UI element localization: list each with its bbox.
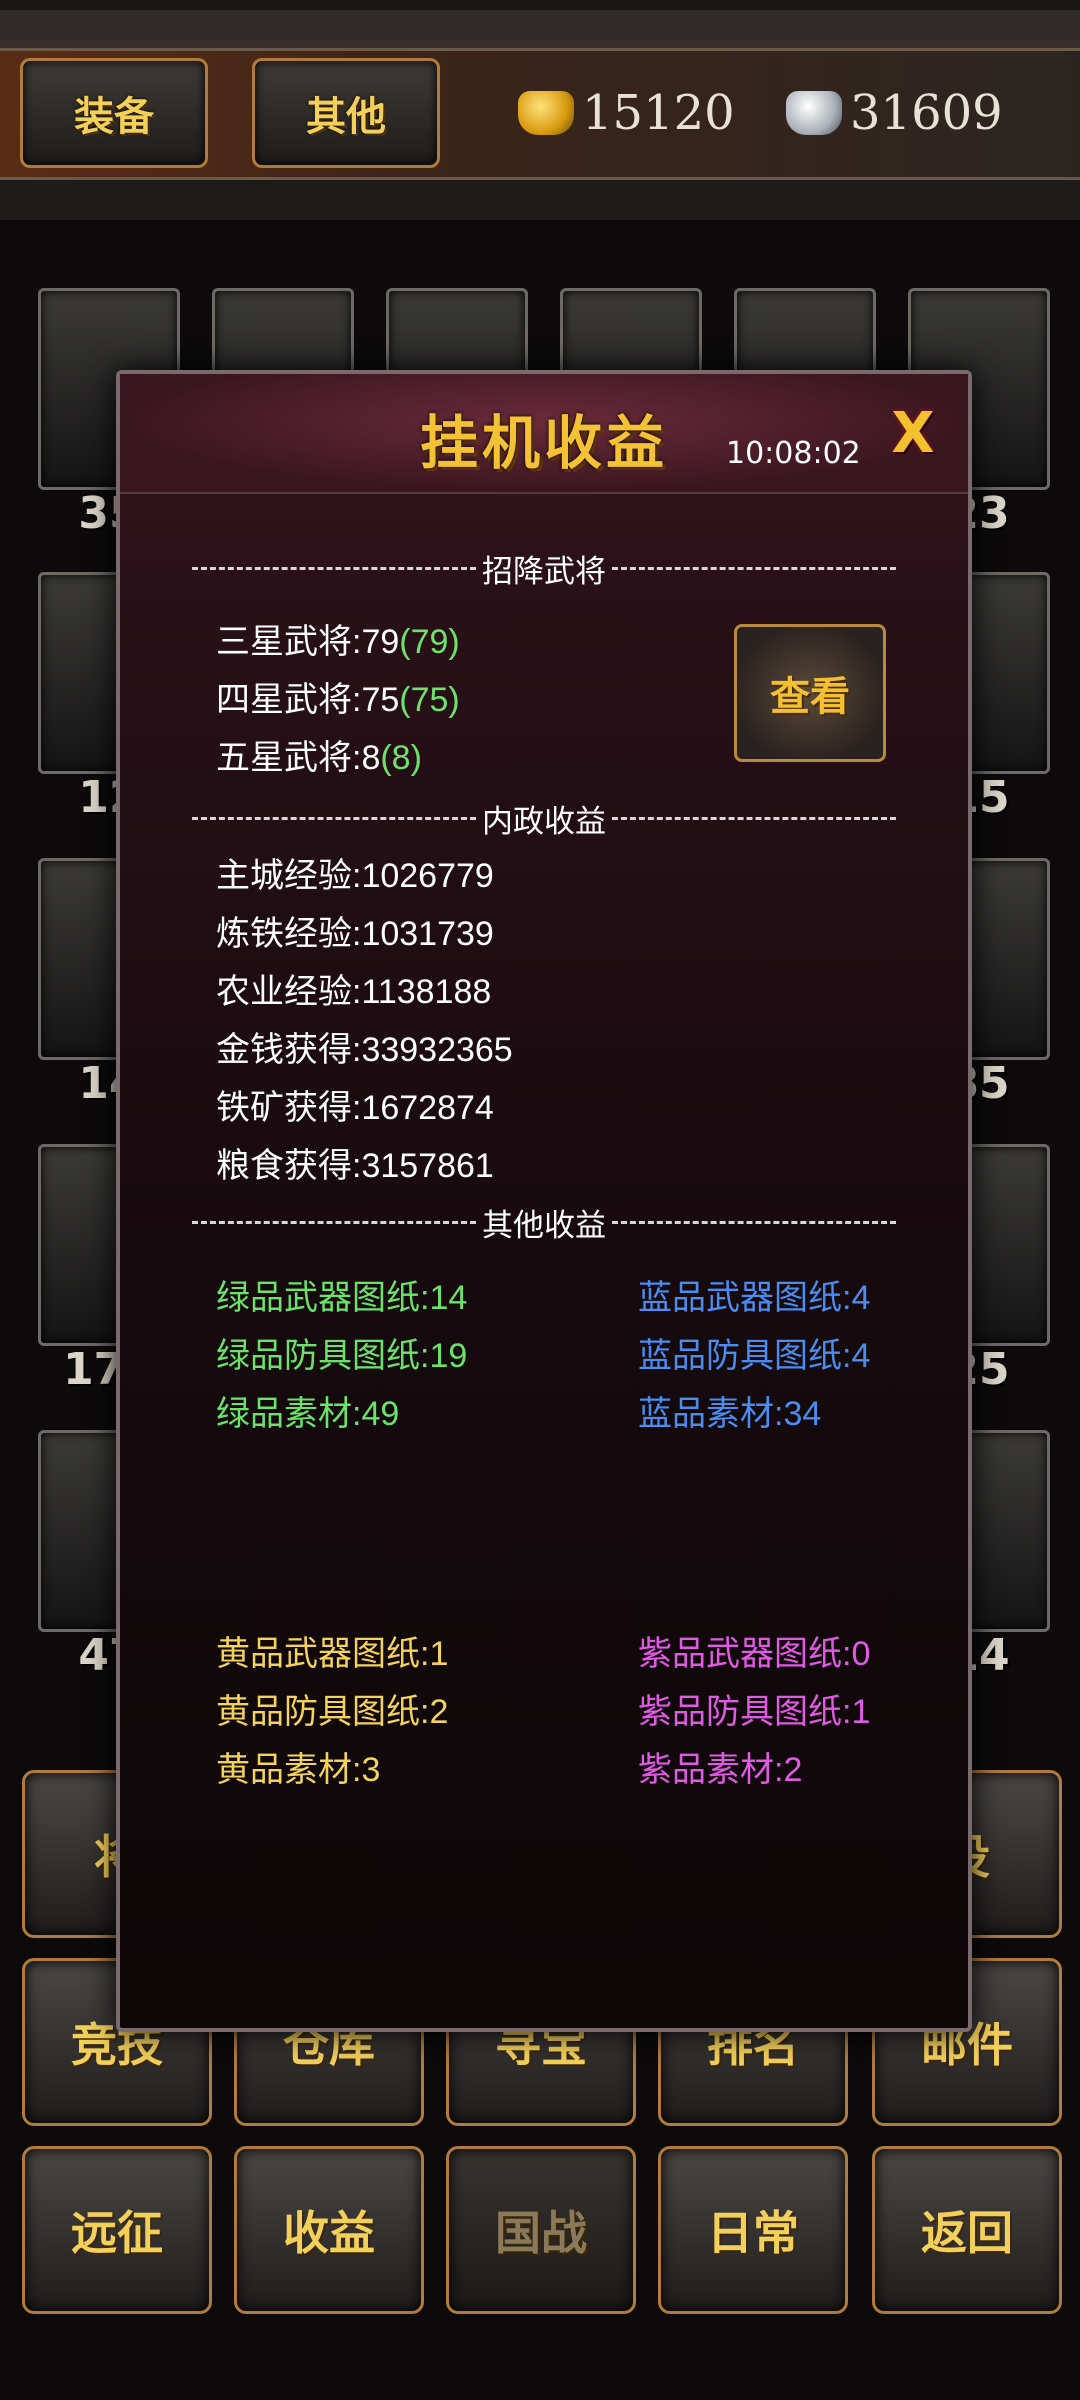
domestic-row: 炼铁经验:1031739 [216, 915, 494, 953]
top-bar: 装备 其他 15120 31609 [0, 0, 1080, 220]
yellow-item-row: 黄品防具图纸:2 [216, 1693, 449, 1731]
section-divider-recruit: 招降武将 [192, 548, 896, 590]
purple-item-row: 紫品防具图纸:1 [638, 1693, 871, 1731]
section-label: 内政收益 [482, 803, 606, 840]
domestic-row: 农业经验:1138188 [216, 973, 492, 1011]
expedition-button[interactable]: 远征 [22, 2146, 212, 2314]
earnings-button[interactable]: 收益 [234, 2146, 424, 2314]
section-label: 其他收益 [482, 1207, 606, 1244]
domestic-row: 金钱获得:33932365 [216, 1031, 513, 1069]
section-divider-other: 其他收益 [192, 1202, 896, 1244]
silver-currency: 31609 [786, 78, 1003, 148]
blue-item-row: 蓝品武器图纸:4 [638, 1279, 871, 1317]
yellow-item-row: 黄品武器图纸:1 [216, 1635, 449, 1673]
gold-value: 15120 [582, 85, 735, 141]
nation-war-button[interactable]: 国战 [446, 2146, 636, 2314]
section-label: 招降武将 [482, 553, 606, 590]
equip-button[interactable]: 装备 [20, 58, 208, 168]
purple-item-row: 紫品素材:2 [638, 1751, 803, 1789]
yellow-item-row: 黄品素材:3 [216, 1751, 381, 1789]
green-item-row: 绿品素材:49 [216, 1395, 400, 1433]
recruit-row: 三星武将:79(79) [216, 623, 460, 661]
gold-ingot-icon [518, 91, 574, 135]
section-divider-domestic: 内政收益 [192, 798, 896, 840]
view-button[interactable]: 查看 [734, 624, 886, 762]
close-icon[interactable]: X [888, 404, 938, 464]
green-item-row: 绿品武器图纸:14 [216, 1279, 468, 1317]
green-item-row: 绿品防具图纸:19 [216, 1337, 468, 1375]
purple-item-row: 紫品武器图纸:0 [638, 1635, 871, 1673]
dialog-time: 10:08:02 [726, 436, 861, 471]
silver-ingot-icon [786, 91, 842, 135]
return-button[interactable]: 返回 [872, 2146, 1062, 2314]
idle-earnings-dialog: 挂机收益 10:08:02 X 招降武将 三星武将:79(79) 四星武将:75… [116, 370, 972, 2032]
daily-button[interactable]: 日常 [658, 2146, 848, 2314]
blue-item-row: 蓝品素材:34 [638, 1395, 822, 1433]
domestic-row: 铁矿获得:1672874 [216, 1089, 494, 1127]
silver-value: 31609 [850, 85, 1003, 141]
blue-item-row: 蓝品防具图纸:4 [638, 1337, 871, 1375]
recruit-row: 四星武将:75(75) [216, 681, 460, 719]
domestic-row: 粮食获得:3157861 [216, 1147, 494, 1185]
domestic-row: 主城经验:1026779 [216, 857, 494, 895]
other-button[interactable]: 其他 [252, 58, 440, 168]
gold-currency: 15120 [518, 78, 735, 148]
recruit-row: 五星武将:8(8) [216, 739, 422, 777]
